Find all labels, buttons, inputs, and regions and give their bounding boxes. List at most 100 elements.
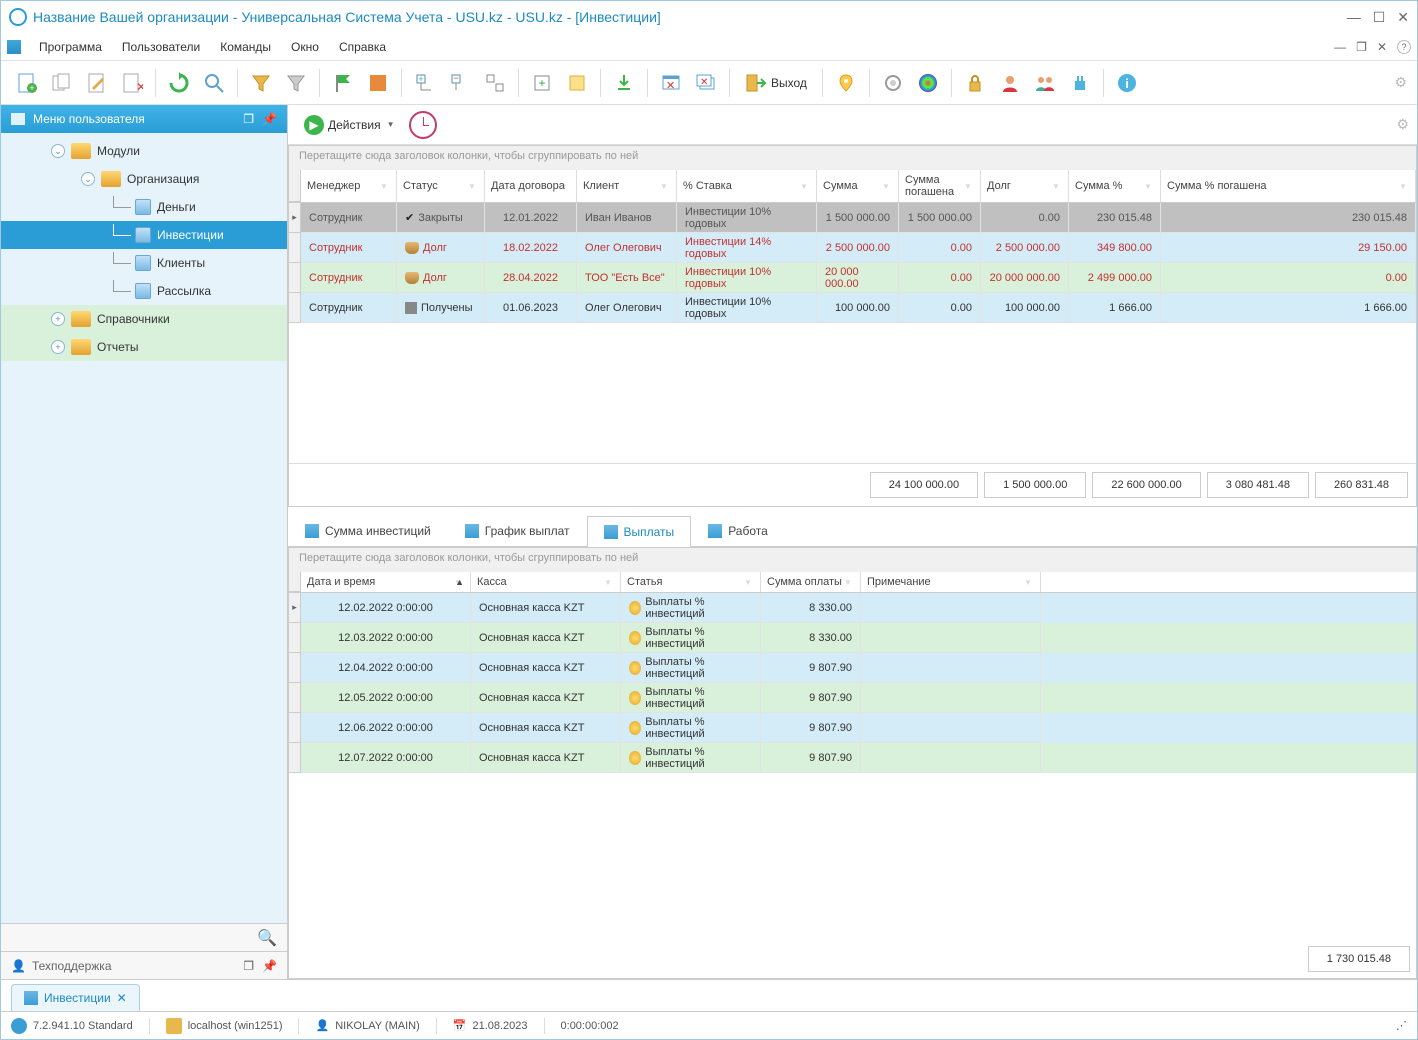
- windows-close-all-icon[interactable]: ✕: [690, 67, 722, 99]
- col-debt[interactable]: Долг: [981, 170, 1069, 202]
- group-hint[interactable]: Перетащите сюда заголовок колонки, чтобы…: [289, 146, 1416, 170]
- theme-icon[interactable]: [912, 67, 944, 99]
- sidebar-pin-icon[interactable]: 📌: [262, 112, 277, 126]
- copy-icon[interactable]: [46, 67, 78, 99]
- filter-icon[interactable]: [468, 180, 480, 192]
- col-date[interactable]: Дата договора: [485, 170, 577, 202]
- tab-close-icon[interactable]: ✕: [117, 991, 127, 1005]
- table-row[interactable]: Сотрудник Долг 28.04.2022 ТОО "Есть Все"…: [289, 263, 1416, 293]
- window-close-icon[interactable]: ✕: [655, 67, 687, 99]
- tab-3[interactable]: Работа: [691, 515, 785, 546]
- table-row[interactable]: 12.04.2022 0:00:00 Основная касса KZT Вы…: [289, 653, 1416, 683]
- table-row[interactable]: 12.06.2022 0:00:00 Основная касса KZT Вы…: [289, 713, 1416, 743]
- mdi-close-button[interactable]: ✕: [1377, 40, 1387, 54]
- mdi-help-button[interactable]: ?: [1397, 40, 1411, 54]
- tree-investments[interactable]: Инвестиции: [1, 221, 287, 249]
- expand-icon[interactable]: +: [51, 312, 65, 326]
- exit-button[interactable]: Выход: [737, 68, 815, 98]
- tab-2[interactable]: Выплаты: [587, 516, 692, 547]
- edit-icon[interactable]: [81, 67, 113, 99]
- delete-icon[interactable]: ✕: [116, 67, 148, 99]
- col-article[interactable]: Статья: [621, 572, 761, 592]
- filter-icon[interactable]: [1052, 180, 1064, 192]
- mdi-minimize-button[interactable]: —: [1334, 40, 1346, 54]
- col-status[interactable]: Статус: [397, 170, 485, 202]
- search-icon[interactable]: [198, 67, 230, 99]
- col-note[interactable]: Примечание: [861, 572, 1041, 592]
- settings-icon[interactable]: [877, 67, 909, 99]
- filter-icon[interactable]: [882, 180, 894, 192]
- menu-help[interactable]: Справка: [329, 36, 396, 58]
- col-paid[interactable]: Сумма погашена: [899, 170, 981, 202]
- user-icon[interactable]: [994, 67, 1026, 99]
- col-client[interactable]: Клиент: [577, 170, 677, 202]
- minimize-button[interactable]: —: [1347, 9, 1361, 26]
- filter-icon[interactable]: [454, 576, 466, 588]
- expand-icon[interactable]: ⌄: [81, 172, 95, 186]
- expand-icon[interactable]: ⌄: [51, 144, 65, 158]
- support-restore-icon[interactable]: ❐: [243, 959, 254, 973]
- menu-users[interactable]: Пользователи: [112, 36, 210, 58]
- tree-clients[interactable]: Клиенты: [1, 249, 287, 277]
- filter-icon[interactable]: [560, 180, 572, 192]
- location-icon[interactable]: [830, 67, 862, 99]
- lock-icon[interactable]: [959, 67, 991, 99]
- filter-icon[interactable]: [844, 576, 856, 588]
- menu-program[interactable]: Программа: [29, 36, 112, 58]
- tree-money[interactable]: Деньги: [1, 193, 287, 221]
- filter-clear-icon[interactable]: [280, 67, 312, 99]
- group-hint[interactable]: Перетащите сюда заголовок колонки, чтобы…: [289, 548, 1416, 572]
- col-cash[interactable]: Касса: [471, 572, 621, 592]
- tab-1[interactable]: График выплат: [448, 515, 587, 546]
- close-button[interactable]: ✕: [1397, 9, 1409, 26]
- color-icon[interactable]: [362, 67, 394, 99]
- table-row[interactable]: ▸ 12.02.2022 0:00:00 Основная касса KZT …: [289, 593, 1416, 623]
- users-icon[interactable]: [1029, 67, 1061, 99]
- col-datetime[interactable]: Дата и время▲: [301, 572, 471, 592]
- expand-icon[interactable]: +: [51, 340, 65, 354]
- content-options-icon[interactable]: ⚙: [1396, 116, 1409, 133]
- tab-0[interactable]: Сумма инвестиций: [288, 515, 448, 546]
- filter-icon[interactable]: [245, 67, 277, 99]
- tree-references[interactable]: + Справочники: [1, 305, 287, 333]
- new-doc-icon[interactable]: +: [11, 67, 43, 99]
- tree-all-icon[interactable]: [479, 67, 511, 99]
- table-row[interactable]: Сотрудник Долг 18.02.2022 Олег Олегович …: [289, 233, 1416, 263]
- filter-icon[interactable]: [1399, 180, 1411, 192]
- col-pct-paid[interactable]: Сумма % погашена: [1161, 170, 1416, 202]
- clock-icon[interactable]: [409, 111, 437, 139]
- col-pct[interactable]: Сумма %: [1069, 170, 1161, 202]
- note-icon[interactable]: [561, 67, 593, 99]
- filter-icon[interactable]: [800, 180, 812, 192]
- refresh-icon[interactable]: [163, 67, 195, 99]
- sidebar-support[interactable]: 👤 Техподдержка ❐ 📌: [1, 951, 287, 979]
- maximize-button[interactable]: ☐: [1373, 9, 1386, 26]
- col-rate[interactable]: % Ставка: [677, 170, 817, 202]
- support-pin-icon[interactable]: 📌: [262, 959, 277, 973]
- import-icon[interactable]: [608, 67, 640, 99]
- tree-expand-icon[interactable]: +: [409, 67, 441, 99]
- filter-icon[interactable]: [1024, 576, 1036, 588]
- table-row[interactable]: 12.03.2022 0:00:00 Основная касса KZT Вы…: [289, 623, 1416, 653]
- filter-icon[interactable]: [964, 180, 976, 192]
- col-pay-amount[interactable]: Сумма оплаты: [761, 572, 861, 592]
- window-tab-investments[interactable]: Инвестиции ✕: [11, 984, 140, 1011]
- filter-icon[interactable]: [1144, 180, 1156, 192]
- tree-mailing[interactable]: Рассылка: [1, 277, 287, 305]
- actions-button[interactable]: ▶ Действия ▼: [296, 111, 403, 139]
- filter-icon[interactable]: [604, 576, 616, 588]
- mdi-restore-button[interactable]: ❐: [1356, 40, 1367, 54]
- add-row-icon[interactable]: +: [526, 67, 558, 99]
- tree-collapse-icon[interactable]: −: [444, 67, 476, 99]
- toolbar-options-icon[interactable]: ⚙: [1394, 74, 1407, 91]
- table-row[interactable]: Сотрудник Получены 01.06.2023 Олег Олего…: [289, 293, 1416, 323]
- filter-icon[interactable]: [380, 180, 392, 192]
- menu-window[interactable]: Окно: [281, 36, 329, 58]
- col-manager[interactable]: Менеджер: [301, 170, 397, 202]
- filter-icon[interactable]: [660, 180, 672, 192]
- table-row[interactable]: 12.05.2022 0:00:00 Основная касса KZT Вы…: [289, 683, 1416, 713]
- col-amount[interactable]: Сумма: [817, 170, 899, 202]
- filter-icon[interactable]: [744, 576, 756, 588]
- tree-organization[interactable]: ⌄ Организация: [1, 165, 287, 193]
- search-icon[interactable]: 🔍: [257, 928, 277, 948]
